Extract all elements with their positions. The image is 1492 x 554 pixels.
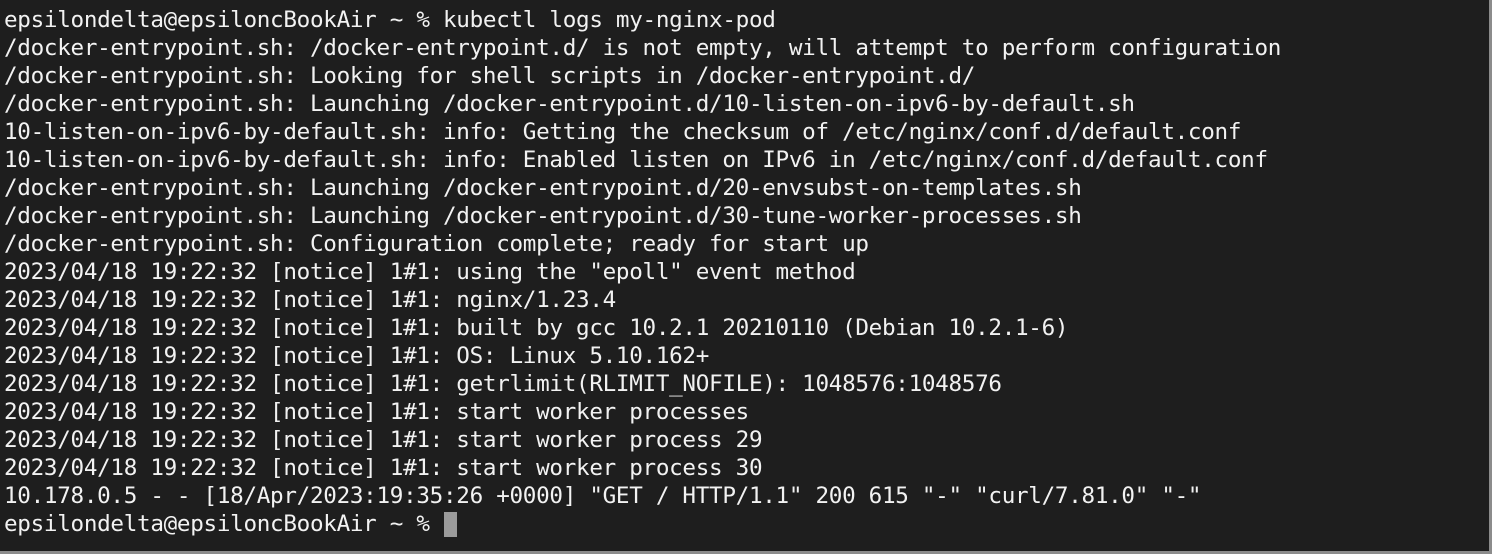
log-line: 2023/04/18 19:22:32 [notice] 1#1: start … — [4, 399, 749, 425]
log-line: /docker-entrypoint.sh: Launching /docker… — [4, 175, 1082, 201]
log-line: /docker-entrypoint.sh: Launching /docker… — [4, 91, 1135, 117]
log-line: 2023/04/18 19:22:32 [notice] 1#1: OS: Li… — [4, 343, 710, 369]
log-line: 10-listen-on-ipv6-by-default.sh: info: E… — [4, 147, 1268, 173]
log-line: 2023/04/18 19:22:32 [notice] 1#1: start … — [4, 455, 763, 481]
log-line: 10-listen-on-ipv6-by-default.sh: info: G… — [4, 119, 1242, 145]
access-log-line: 10.178.0.5 - - [18/Apr/2023:19:35:26 +00… — [4, 483, 1202, 509]
prompt-line[interactable]: epsilondelta@epsiloncBookAir ~ % — [4, 510, 1489, 538]
text-cursor[interactable] — [444, 512, 457, 537]
log-line: /docker-entrypoint.sh: Launching /docker… — [4, 203, 1082, 229]
terminal-window[interactable]: epsilondelta@epsiloncBookAir ~ % kubectl… — [0, 0, 1492, 554]
command-line: epsilondelta@epsiloncBookAir ~ % kubectl… — [4, 7, 776, 33]
log-line: 2023/04/18 19:22:32 [notice] 1#1: getrli… — [4, 371, 1002, 397]
shell-prompt: epsilondelta@epsiloncBookAir ~ % — [4, 511, 443, 537]
log-line: 2023/04/18 19:22:32 [notice] 1#1: start … — [4, 427, 763, 453]
log-line: 2023/04/18 19:22:32 [notice] 1#1: nginx/… — [4, 287, 616, 313]
log-line: /docker-entrypoint.sh: Looking for shell… — [4, 63, 976, 89]
log-line: 2023/04/18 19:22:32 [notice] 1#1: built … — [4, 315, 1069, 341]
log-line: /docker-entrypoint.sh: /docker-entrypoin… — [4, 35, 1282, 61]
log-line: 2023/04/18 19:22:32 [notice] 1#1: using … — [4, 259, 856, 285]
log-line: /docker-entrypoint.sh: Configuration com… — [4, 231, 869, 257]
